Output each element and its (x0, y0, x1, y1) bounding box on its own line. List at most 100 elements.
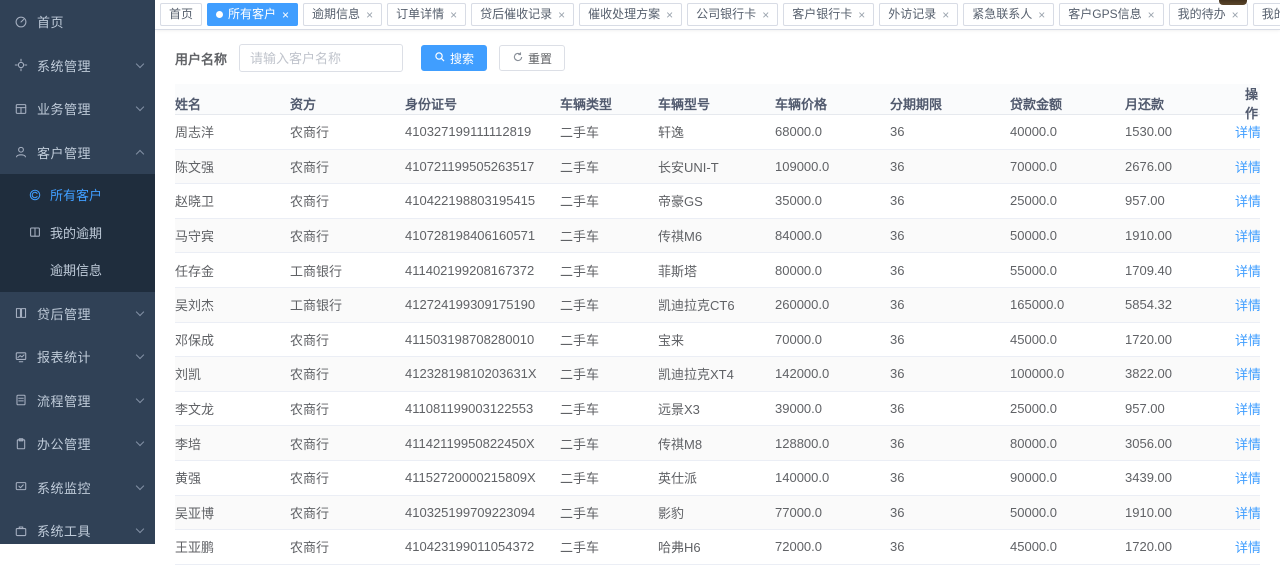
tab-label: 客户GPS信息 (1068, 4, 1141, 25)
table-cell: 412724199309175190 (405, 297, 560, 312)
detail-link[interactable]: 详情 (1235, 540, 1260, 555)
sidebar-item-业务管理[interactable]: 业务管理 (0, 87, 155, 131)
tab-所有客户[interactable]: 所有客户× (207, 3, 298, 26)
table-row: 陈文强农商行410721199505263517二手车长安UNI-T109000… (175, 150, 1260, 185)
main-area: 首页所有客户×逾期信息×订单详情×贷后催收记录×催收处理方案×公司银行卡×客户银… (155, 0, 1280, 544)
tab-紧急联系人[interactable]: 紧急联系人× (963, 3, 1054, 26)
detail-link[interactable]: 详情 (1235, 160, 1260, 175)
table-row: 周志洋农商行410327199111112819二手车轩逸68000.03640… (175, 115, 1260, 150)
detail-link[interactable]: 详情 (1235, 471, 1260, 486)
table-cell-actions: 详情 (1235, 503, 1260, 522)
detail-link[interactable]: 详情 (1235, 229, 1260, 244)
reset-button[interactable]: 重置 (499, 45, 565, 71)
close-icon[interactable]: × (1038, 9, 1045, 21)
table-row: 任存金工商银行411402199208167372二手车菲斯塔80000.036… (175, 253, 1260, 288)
tab-我的待办[interactable]: 我的待办× (1169, 3, 1248, 26)
table-cell: 36 (890, 401, 1010, 416)
sidebar-item-label: 首页 (37, 12, 143, 31)
table-cell: 工商银行 (290, 295, 405, 314)
close-icon[interactable]: × (558, 9, 565, 21)
tab-逾期信息[interactable]: 逾期信息 × (303, 3, 382, 26)
tab-外访记录[interactable]: 外访记录 × (879, 3, 958, 26)
search-button[interactable]: 搜索 (421, 45, 487, 71)
table-row: 吴亚博农商行410325199709223094二手车影豹77000.03650… (175, 496, 1260, 531)
table-cell: 黄强 (175, 468, 290, 487)
sidebar-item-贷后管理[interactable]: 贷后管理 (0, 292, 155, 336)
table-cell: 36 (890, 193, 1010, 208)
close-icon[interactable]: × (942, 9, 949, 21)
avatar[interactable] (1219, 0, 1247, 5)
detail-link[interactable]: 详情 (1235, 506, 1260, 521)
close-icon[interactable]: × (858, 9, 865, 21)
table-cell: 吴刘杰 (175, 295, 290, 314)
close-icon[interactable]: × (1148, 9, 1155, 21)
sidebar-subitem-label: 逾期信息 (50, 260, 102, 279)
close-icon[interactable]: × (450, 9, 457, 21)
close-icon[interactable]: × (366, 9, 373, 21)
tab-催收处理方案[interactable]: 催收处理方案× (579, 3, 682, 26)
table-cell: 3056.00 (1125, 436, 1235, 451)
table-cell: 农商行 (290, 191, 405, 210)
table-cell: 45000.0 (1010, 539, 1125, 554)
detail-link[interactable]: 详情 (1235, 194, 1260, 209)
sidebar-item-系统工具[interactable]: 系统工具 (0, 509, 155, 553)
sidebar-item-办公管理[interactable]: 办公管理 (0, 422, 155, 466)
table-cell: 3439.00 (1125, 470, 1235, 485)
table-cell: 哈弗H6 (658, 537, 775, 556)
tab-label: 外访记录 (888, 4, 936, 25)
table-cell: 1720.00 (1125, 332, 1235, 347)
table-cell-actions: 详情 (1235, 191, 1260, 210)
detail-link[interactable]: 详情 (1235, 264, 1260, 279)
detail-link[interactable]: 详情 (1235, 333, 1260, 348)
column-header-身份证号: 身份证号 (405, 94, 560, 113)
table-cell: 农商行 (290, 330, 405, 349)
table-cell: 二手车 (560, 537, 658, 556)
tab-客户GPS信息[interactable]: 客户GPS信息 × (1059, 3, 1163, 26)
sidebar-item-客户管理[interactable]: 客户管理 (0, 131, 155, 175)
sidebar-item-报表统计[interactable]: 报表统计 (0, 335, 155, 379)
column-header-车辆型号: 车辆型号 (658, 94, 775, 113)
tab-贷后催收记录[interactable]: 贷后催收记录× (471, 3, 574, 26)
chevron-up-icon (136, 150, 144, 158)
close-icon[interactable]: × (282, 9, 289, 21)
customer-name-input[interactable] (239, 44, 403, 72)
table-cell: 2676.00 (1125, 159, 1235, 174)
close-icon[interactable]: × (762, 9, 769, 21)
sidebar-subitem-我的逾期[interactable]: 我的逾期 (0, 214, 155, 252)
table-cell-actions: 详情 (1235, 330, 1260, 349)
close-icon[interactable]: × (666, 9, 673, 21)
tab-我的流程[interactable]: 我的流程× (1253, 3, 1280, 26)
tab-首页[interactable]: 首页 (160, 3, 202, 26)
close-icon[interactable]: × (1232, 9, 1239, 21)
table-cell: 70000.0 (1010, 159, 1125, 174)
book-icon (28, 225, 42, 239)
detail-link[interactable]: 详情 (1235, 298, 1260, 313)
table-cell: 80000.0 (775, 263, 890, 278)
tab-客户银行卡[interactable]: 客户银行卡× (783, 3, 874, 26)
sidebar-item-系统监控[interactable]: 系统监控 (0, 466, 155, 510)
table-cell: 赵晓卫 (175, 191, 290, 210)
sidebar-item-系统管理[interactable]: 系统管理 (0, 44, 155, 88)
table-cell: 36 (890, 263, 1010, 278)
detail-link[interactable]: 详情 (1235, 125, 1260, 140)
table-cell: 410423199011054372 (405, 539, 560, 554)
detail-link[interactable]: 详情 (1235, 402, 1260, 417)
sidebar-subitem-逾期信息[interactable]: 逾期信息 (0, 251, 155, 289)
chevron-down-icon (136, 395, 144, 403)
table-cell: 410422198803195415 (405, 193, 560, 208)
table-cell-actions: 详情 (1235, 537, 1260, 556)
sidebar-subitem-所有客户[interactable]: 所有客户 (0, 176, 155, 214)
tab-订单详情[interactable]: 订单详情× (387, 3, 466, 26)
sidebar-subitem-label: 所有客户 (50, 185, 102, 204)
tab-公司银行卡[interactable]: 公司银行卡× (687, 3, 778, 26)
sidebar-item-首页[interactable]: 首页 (0, 0, 155, 44)
table-row: 李培农商行41142119950822450X二手车传祺M8128800.036… (175, 426, 1260, 461)
sidebar: 首页系统管理业务管理客户管理 所有客户我的逾期逾期信息 贷后管理报表统计流程管理… (0, 0, 155, 544)
tab-label: 逾期信息 (312, 4, 360, 25)
detail-link[interactable]: 详情 (1235, 367, 1260, 382)
toolbox-icon (13, 523, 28, 538)
table-cell: 帝豪GS (658, 191, 775, 210)
sidebar-item-流程管理[interactable]: 流程管理 (0, 379, 155, 423)
detail-link[interactable]: 详情 (1235, 437, 1260, 452)
table-cell: 109000.0 (775, 159, 890, 174)
